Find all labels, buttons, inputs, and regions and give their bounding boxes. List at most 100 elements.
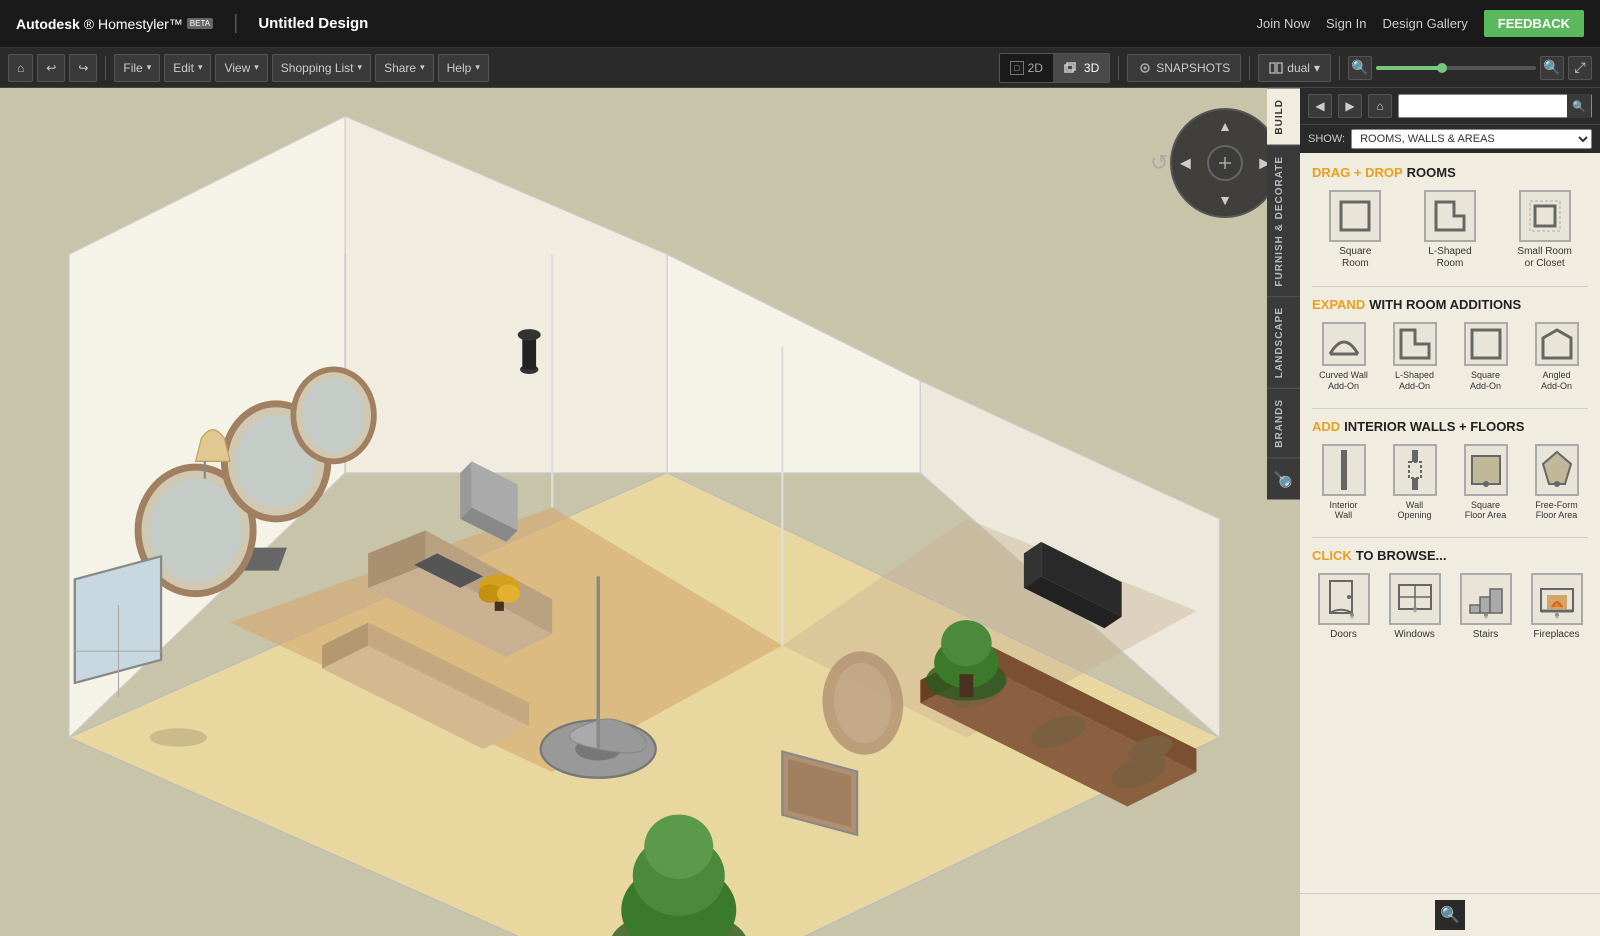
- design-canvas[interactable]: ↺ ▲ ▼ ◀ ▶ ↻: [0, 88, 1300, 936]
- fullscreen-button[interactable]: ⤢: [1568, 56, 1592, 80]
- nav-up-button[interactable]: ▲: [1218, 118, 1232, 134]
- join-now-link[interactable]: Join Now: [1257, 16, 1310, 31]
- click-browse-title: CLICK TO BROWSE...: [1312, 548, 1588, 563]
- interior-wall-icon: [1322, 444, 1366, 496]
- shopping-list-menu[interactable]: Shopping List ▾: [272, 54, 371, 82]
- view-toggle: □ 2D 3D: [999, 53, 1110, 83]
- tab-brands[interactable]: BRANDS: [1267, 388, 1300, 458]
- panel-back-button[interactable]: ◀: [1308, 94, 1332, 118]
- fireplaces-browse-item[interactable]: Fireplaces: [1525, 573, 1588, 640]
- help-menu[interactable]: Help ▾: [438, 54, 489, 82]
- rooms-grid: SquareRoom L-ShapedRoom: [1312, 190, 1588, 270]
- snapshots-button[interactable]: SNAPSHOTS: [1127, 54, 1241, 82]
- square-addon-label: SquareAdd-On: [1470, 370, 1501, 392]
- l-shaped-addon-label: L-ShapedAdd-On: [1395, 370, 1434, 392]
- fireplaces-browse-label: Fireplaces: [1533, 629, 1579, 640]
- zoom-slider-track[interactable]: [1376, 66, 1536, 70]
- panel-search-input[interactable]: [1399, 99, 1567, 113]
- app-logo: Autodesk ® Homestyler™ BETA: [16, 16, 213, 32]
- dual-button[interactable]: dual ▾: [1258, 54, 1331, 82]
- view-2d-button[interactable]: □ 2D: [1000, 54, 1053, 82]
- l-shaped-addon-item[interactable]: L-ShapedAdd-On: [1383, 322, 1446, 392]
- tab-magnify[interactable]: 🔍: [1267, 458, 1300, 500]
- angled-addon-label: AngledAdd-On: [1541, 370, 1572, 392]
- top-links: Join Now Sign In Design Gallery FEEDBACK: [1257, 10, 1584, 37]
- zoom-bar: 🔍 🔍: [1348, 56, 1564, 80]
- l-shaped-room-icon: [1424, 190, 1476, 242]
- nav-ring: ▲ ▼ ◀ ▶: [1170, 108, 1280, 218]
- fireplaces-browse-icon: [1531, 573, 1583, 625]
- square-room-item[interactable]: SquareRoom: [1312, 190, 1399, 270]
- vertical-tabs: BUILD FURNISH & DECORATE LANDSCAPE BRAND…: [1267, 88, 1300, 500]
- small-room-icon: [1519, 190, 1571, 242]
- zoom-in-button[interactable]: 🔍: [1540, 56, 1564, 80]
- file-menu[interactable]: File ▾: [114, 54, 160, 82]
- redo-button[interactable]: ↪: [69, 54, 97, 82]
- l-shaped-addon-icon: [1393, 322, 1437, 366]
- browse-grid: Doors Windows: [1312, 573, 1588, 640]
- stairs-browse-item[interactable]: Stairs: [1454, 573, 1517, 640]
- drag-drop-rooms-title: DRAG + DROP ROOMS: [1312, 165, 1588, 180]
- curved-wall-addon-label: Curved WallAdd-On: [1319, 370, 1368, 392]
- l-shaped-room-item[interactable]: L-ShapedRoom: [1407, 190, 1494, 270]
- nav-center[interactable]: [1207, 145, 1243, 181]
- design-title: Untitled Design: [258, 15, 368, 32]
- view-3d-button[interactable]: 3D: [1053, 54, 1109, 82]
- panel-home-button[interactable]: ⌂: [1368, 94, 1392, 118]
- windows-browse-item[interactable]: Windows: [1383, 573, 1446, 640]
- design-gallery-link[interactable]: Design Gallery: [1383, 16, 1468, 31]
- angled-addon-icon: [1535, 322, 1579, 366]
- panel-bottom-search-button[interactable]: 🔍: [1435, 900, 1465, 930]
- feedback-button[interactable]: FEEDBACK: [1484, 10, 1584, 37]
- square-floor-area-item[interactable]: SquareFloor Area: [1454, 444, 1517, 522]
- stairs-browse-icon: [1460, 573, 1512, 625]
- main-area: ↺ ▲ ▼ ◀ ▶ ↻ BUILD FURNISH & DECORATE LAN…: [0, 88, 1600, 936]
- interior-wall-item[interactable]: InteriorWall: [1312, 444, 1375, 522]
- doors-browse-item[interactable]: Doors: [1312, 573, 1375, 640]
- share-menu[interactable]: Share ▾: [375, 54, 434, 82]
- nav-left-button[interactable]: ◀: [1180, 155, 1191, 172]
- curved-wall-addon-item[interactable]: Curved WallAdd-On: [1312, 322, 1375, 392]
- tab-landscape[interactable]: LANDSCAPE: [1267, 296, 1300, 388]
- edit-menu[interactable]: Edit ▾: [164, 54, 211, 82]
- sign-in-link[interactable]: Sign In: [1326, 16, 1366, 31]
- nav-down-button[interactable]: ▼: [1218, 192, 1232, 208]
- stairs-browse-label: Stairs: [1473, 629, 1499, 640]
- nav-controls: ↺ ▲ ▼ ◀ ▶ ↻: [1170, 108, 1280, 218]
- toolbar: ⌂ ↩ ↪ File ▾ Edit ▾ View ▾ Shopping List…: [0, 48, 1600, 88]
- panel-forward-button[interactable]: ▶: [1338, 94, 1362, 118]
- walls-floors-title: ADD INTERIOR WALLS + FLOORS: [1312, 419, 1588, 434]
- square-room-label: SquareRoom: [1339, 246, 1371, 270]
- panel-show-select[interactable]: ROOMS, WALLS & AREAS: [1351, 129, 1592, 149]
- square-addon-item[interactable]: SquareAdd-On: [1454, 322, 1517, 392]
- tab-furnish[interactable]: FURNISH & DECORATE: [1267, 145, 1300, 297]
- panel-search-bar[interactable]: 🔍: [1398, 94, 1592, 118]
- undo-button[interactable]: ↩: [37, 54, 65, 82]
- home-button[interactable]: ⌂: [8, 54, 33, 82]
- view-menu[interactable]: View ▾: [215, 54, 267, 82]
- square-floor-area-label: SquareFloor Area: [1465, 500, 1507, 522]
- panel-bottom-search: 🔍: [1300, 893, 1600, 936]
- expand-grid: Curved WallAdd-On L-ShapedAdd-On: [1312, 322, 1588, 392]
- panel-show-bar: SHOW: ROOMS, WALLS & AREAS: [1300, 124, 1600, 153]
- wall-opening-item[interactable]: WallOpening: [1383, 444, 1446, 522]
- zoom-slider-thumb[interactable]: [1437, 63, 1447, 73]
- square-addon-icon: [1464, 322, 1508, 366]
- walls-grid: InteriorWall WallOpening: [1312, 444, 1588, 522]
- tab-build[interactable]: BUILD: [1267, 88, 1300, 145]
- panel-search-button[interactable]: 🔍: [1567, 94, 1591, 118]
- rotate-left-button[interactable]: ↺: [1150, 150, 1168, 176]
- curved-wall-addon-icon: [1322, 322, 1366, 366]
- panel-top-nav: ◀ ▶ ⌂ 🔍: [1300, 88, 1600, 124]
- homestyler-label: ® Homestyler™: [84, 16, 183, 32]
- zoom-out-button[interactable]: 🔍: [1348, 56, 1372, 80]
- l-shaped-room-label: L-ShapedRoom: [1428, 246, 1471, 270]
- panel-content: DRAG + DROP ROOMS SquareRoom: [1300, 153, 1600, 893]
- square-floor-area-icon: [1464, 444, 1508, 496]
- small-room-item[interactable]: Small Roomor Closet: [1501, 190, 1588, 270]
- doors-browse-icon: [1318, 573, 1370, 625]
- interior-wall-label: InteriorWall: [1329, 500, 1357, 522]
- doors-browse-label: Doors: [1330, 629, 1357, 640]
- free-form-floor-area-item[interactable]: Free-FormFloor Area: [1525, 444, 1588, 522]
- angled-addon-item[interactable]: AngledAdd-On: [1525, 322, 1588, 392]
